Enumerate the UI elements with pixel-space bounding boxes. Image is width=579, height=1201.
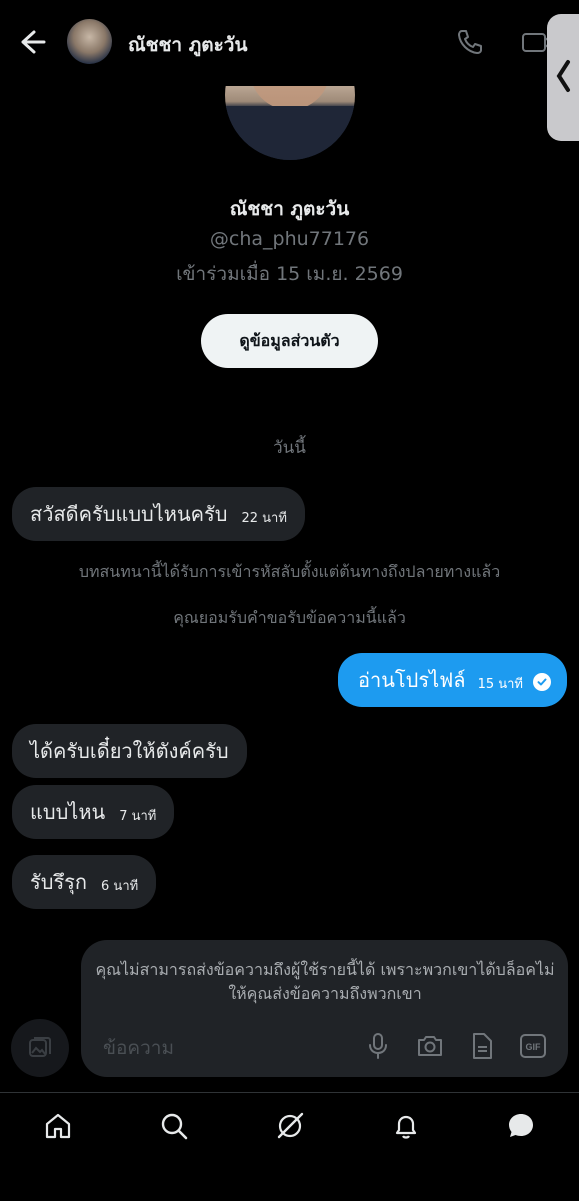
chat-header: ณัชชา ภูตะวัน bbox=[0, 0, 579, 86]
view-profile-button[interactable]: ดูข้อมูลส่วนตัว bbox=[201, 314, 378, 368]
messages-icon[interactable] bbox=[506, 1111, 536, 1141]
grok-icon[interactable] bbox=[275, 1111, 305, 1141]
date-divider: วันนี้ bbox=[273, 438, 306, 458]
message-text: ได้ครับเดี๋ยวให้ตังค์ครับ bbox=[30, 739, 229, 763]
notifications-icon[interactable] bbox=[391, 1111, 421, 1141]
microphone-icon[interactable] bbox=[363, 1031, 393, 1061]
message-text: แบบไหน bbox=[30, 800, 106, 824]
arrow-left-icon bbox=[21, 30, 46, 54]
document-icon[interactable] bbox=[467, 1031, 497, 1061]
message-time: 15 นาที bbox=[477, 676, 523, 692]
chevron-left-icon bbox=[556, 60, 570, 92]
contact-name[interactable]: ณัชชา ภูตะวัน bbox=[128, 30, 247, 60]
gif-button[interactable]: GIF bbox=[518, 1031, 548, 1061]
back-button[interactable] bbox=[14, 24, 50, 60]
profile-name: ณัชชา ภูตะวัน bbox=[229, 198, 350, 220]
message-composer: คุณไม่สามารถส่งข้อความถึงผู้ใช้รายนี้ได้… bbox=[81, 940, 568, 1077]
message-bubble-incoming[interactable]: รับรึรุก 6 นาที bbox=[12, 855, 157, 909]
camera-icon[interactable] bbox=[415, 1031, 445, 1061]
gif-label: GIF bbox=[526, 1042, 542, 1052]
request-accepted-notice: คุณยอมรับคำขอรับข้อความนี้แล้ว bbox=[173, 608, 406, 627]
avatar[interactable] bbox=[67, 19, 112, 64]
message-time: 22 นาที bbox=[241, 510, 287, 526]
phone-icon bbox=[458, 30, 482, 54]
profile-joined-date: เข้าร่วมเมื่อ 15 เม.ย. 2569 bbox=[176, 263, 403, 285]
message-input[interactable]: ข้อความ bbox=[103, 1033, 174, 1063]
home-icon[interactable] bbox=[43, 1111, 73, 1141]
encryption-notice: บทสนทนานี้ได้รับการเข้ารหัสลับตั้งแต่ต้น… bbox=[78, 562, 501, 581]
message-time: 7 นาที bbox=[119, 808, 157, 824]
read-check-icon bbox=[533, 673, 551, 691]
gallery-button[interactable] bbox=[11, 1019, 69, 1077]
message-time: 6 นาที bbox=[101, 878, 139, 894]
profile-handle: @cha_phu77176 bbox=[209, 228, 370, 250]
side-panel-handle[interactable] bbox=[547, 14, 579, 141]
gif-icon: GIF bbox=[520, 1034, 546, 1058]
bottom-navigation bbox=[0, 1092, 579, 1201]
gallery-icon bbox=[29, 1037, 51, 1057]
message-text: อ่านโปรไฟล์ bbox=[357, 668, 466, 692]
call-button[interactable] bbox=[455, 27, 485, 57]
search-icon[interactable] bbox=[159, 1111, 189, 1141]
blocked-notice: คุณไม่สามารถส่งข้อความถึงผู้ใช้รายนี้ได้… bbox=[95, 960, 555, 1003]
message-bubble-outgoing[interactable]: อ่านโปรไฟล์ 15 นาที bbox=[337, 653, 567, 707]
message-text: สวัสดีครับแบบไหนครับ bbox=[30, 502, 228, 526]
message-text: รับรึรุก bbox=[30, 870, 88, 894]
message-bubble-incoming[interactable]: ได้ครับเดี๋ยวให้ตังค์ครับ bbox=[12, 724, 247, 778]
message-bubble-incoming[interactable]: แบบไหน 7 นาที bbox=[12, 785, 175, 839]
message-bubble-incoming[interactable]: สวัสดีครับแบบไหนครับ 22 นาที bbox=[12, 487, 305, 541]
